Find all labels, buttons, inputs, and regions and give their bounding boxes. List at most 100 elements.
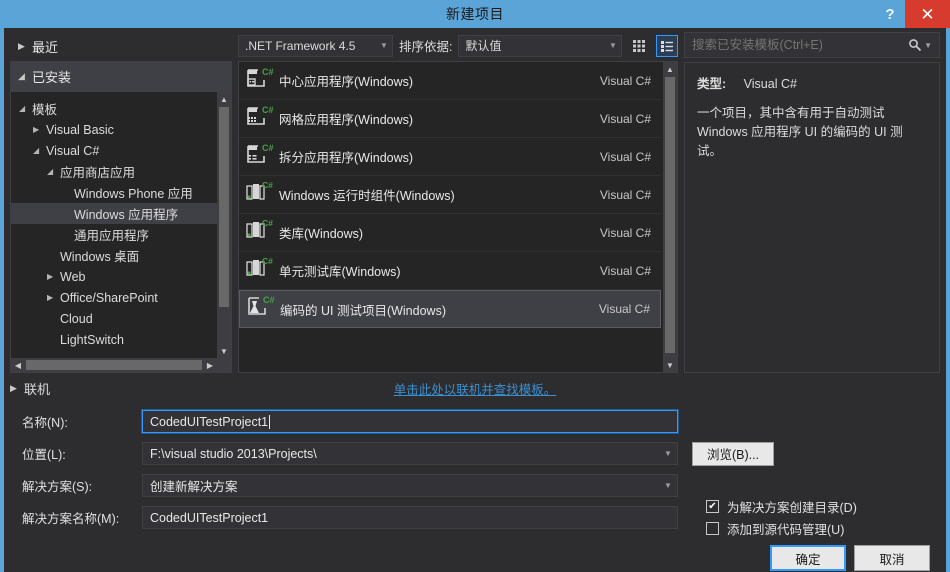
- tree-vertical-scrollbar[interactable]: ▲ ▼: [217, 92, 231, 358]
- form-row-location: 位置(L): F:\visual studio 2013\Projects\ ▼…: [10, 439, 940, 468]
- tree-item-label: Windows 桌面: [60, 250, 140, 264]
- template-name: 单元测试库(Windows): [279, 265, 401, 279]
- ok-button[interactable]: 确定: [770, 545, 846, 571]
- svg-text:C#: C#: [262, 105, 274, 115]
- templates-toolbar: .NET Framework 4.5 ▼ 排序依据: 默认值 ▼: [238, 32, 678, 62]
- scrollbar-thumb[interactable]: [26, 360, 202, 370]
- template-tree: ◢ 模板 ▶ Visual Basic ◢ Visual C# ◢ 应用商店应用…: [11, 92, 217, 358]
- form-row-solution-name: 解决方案名称(M): CodedUITestProject1 ✔ 为解决方案创建…: [10, 500, 940, 537]
- right-pane: ▼ 类型: Visual C# 一个项目，其中含有用于自动测试 Windows …: [684, 32, 940, 373]
- search-box[interactable]: ▼: [684, 32, 940, 58]
- templates-vertical-scrollbar[interactable]: ▲ ▼: [663, 62, 677, 372]
- checkbox-icon[interactable]: ✔: [706, 500, 719, 513]
- scroll-left-arrow-icon[interactable]: ◀: [11, 361, 25, 370]
- hub-app-icon: C#: [245, 66, 279, 96]
- template-language: Visual C#: [599, 149, 651, 164]
- project-form: 名称(N): CodedUITestProject1 浏览(B)... 位置(L…: [4, 403, 946, 537]
- framework-dropdown[interactable]: .NET Framework 4.5 ▼: [238, 34, 393, 57]
- small-icons-view-icon[interactable]: [656, 34, 678, 57]
- tree-item-lightswitch[interactable]: LightSwitch: [11, 329, 217, 350]
- scroll-up-arrow-icon[interactable]: ▲: [217, 92, 231, 106]
- tree-item-label: 模板: [32, 103, 58, 117]
- medium-icons-view-icon[interactable]: [628, 35, 650, 57]
- scroll-right-arrow-icon[interactable]: ▶: [203, 361, 217, 370]
- find-templates-online-link[interactable]: 单击此处以联机并查找模板。: [4, 379, 946, 398]
- svg-text:C#: C#: [262, 256, 273, 266]
- tree-item-universal-apps[interactable]: 通用应用程序: [11, 224, 217, 245]
- text-caret: [269, 414, 271, 429]
- name-label: 名称(N):: [22, 416, 68, 430]
- template-name: 类库(Windows): [279, 227, 364, 241]
- tree-item-templates[interactable]: ◢ 模板: [11, 98, 217, 119]
- window-title: 新建项目: [446, 6, 504, 22]
- table-row[interactable]: C# 单元测试库(Windows) Visual C#: [239, 252, 661, 290]
- checkbox-icon[interactable]: [706, 522, 719, 535]
- template-details-pane: 类型: Visual C# 一个项目，其中含有用于自动测试 Windows 应用…: [684, 62, 940, 373]
- scrollbar-corner: [217, 358, 231, 372]
- center-pane: .NET Framework 4.5 ▼ 排序依据: 默认值 ▼ C# 中心应用…: [238, 32, 678, 373]
- tree-item-cloud[interactable]: Cloud: [11, 308, 217, 329]
- detail-type-label: 类型:: [697, 77, 727, 91]
- svg-text:C#: C#: [262, 67, 274, 77]
- template-name: 编码的 UI 测试项目(Windows): [280, 303, 446, 318]
- scrollbar-thumb[interactable]: [219, 107, 229, 307]
- project-name-input[interactable]: CodedUITestProject1: [141, 409, 679, 434]
- sort-by-label: 排序依据:: [399, 40, 453, 54]
- split-app-icon: C#: [245, 142, 279, 172]
- templates-list: C# 中心应用程序(Windows) Visual C# C# 网格应用程序(W…: [239, 62, 661, 372]
- tree-item-label: LightSwitch: [60, 332, 124, 347]
- solution-name-label: 解决方案名称(M):: [22, 512, 120, 526]
- close-icon[interactable]: ✕: [905, 0, 950, 28]
- search-input[interactable]: [692, 38, 909, 52]
- solution-name-input[interactable]: CodedUITestProject1: [142, 506, 678, 529]
- solution-dropdown[interactable]: 创建新解决方案 ▼: [142, 474, 678, 497]
- sidebar-group-recent[interactable]: ▶ 最近: [10, 32, 232, 62]
- checkbox-create-directory[interactable]: ✔ 为解决方案创建目录(D): [692, 496, 857, 518]
- sidebar-group-installed[interactable]: ◢ 已安装: [10, 62, 232, 92]
- table-row[interactable]: C# 中心应用程序(Windows) Visual C#: [239, 62, 661, 100]
- scroll-down-arrow-icon[interactable]: ▼: [663, 358, 677, 372]
- chevron-down-icon[interactable]: ▼: [659, 481, 677, 490]
- tree-item-office-sharepoint[interactable]: ▶ Office/SharePoint: [11, 287, 217, 308]
- detail-type-value: Visual C#: [743, 77, 797, 91]
- tree-item-label: Office/SharePoint: [60, 290, 158, 305]
- table-row[interactable]: C# 类库(Windows) Visual C#: [239, 214, 661, 252]
- table-row[interactable]: C# Windows 运行时组件(Windows) Visual C#: [239, 176, 661, 214]
- dialog-footer: 确定 取消: [4, 535, 946, 572]
- scroll-down-arrow-icon[interactable]: ▼: [217, 344, 231, 358]
- tree-item-windows-phone-apps[interactable]: Windows Phone 应用: [11, 182, 217, 203]
- scrollbar-thumb[interactable]: [665, 77, 675, 353]
- solution-label: 解决方案(S):: [22, 480, 93, 494]
- table-row[interactable]: C# 拆分应用程序(Windows) Visual C#: [239, 138, 661, 176]
- search-icon[interactable]: [908, 38, 922, 52]
- tree-item-label: Windows 应用程序: [74, 208, 179, 222]
- table-row-selected[interactable]: C# 编码的 UI 测试项目(Windows) Visual C#: [239, 290, 661, 328]
- tree-horizontal-scrollbar[interactable]: ◀ ▶: [11, 358, 217, 372]
- browse-button[interactable]: 浏览(B)...: [692, 441, 775, 466]
- chevron-down-icon[interactable]: ▼: [922, 41, 935, 50]
- panes-row: ▶ 最近 ◢ 已安装 ◢ 模板 ▶ Visual Basic ◢ Visual …: [4, 28, 946, 373]
- table-row[interactable]: C# 网格应用程序(Windows) Visual C#: [239, 100, 661, 138]
- svg-text:C#: C#: [262, 218, 273, 228]
- tree-item-store-apps[interactable]: ◢ 应用商店应用: [11, 161, 217, 182]
- cancel-button[interactable]: 取消: [854, 545, 930, 571]
- solution-name-value: CodedUITestProject1: [150, 510, 269, 525]
- tree-item-label: Cloud: [60, 311, 93, 326]
- tree-item-windows-desktop[interactable]: Windows 桌面: [11, 245, 217, 266]
- tree-item-windows-apps[interactable]: Windows 应用程序: [11, 203, 217, 224]
- tree-item-web[interactable]: ▶ Web: [11, 266, 217, 287]
- template-language: Visual C#: [599, 111, 651, 126]
- location-input[interactable]: F:\visual studio 2013\Projects\ ▼: [142, 442, 678, 465]
- help-icon[interactable]: ?: [875, 0, 905, 28]
- title-bar: 新建项目 ? ✕: [0, 0, 950, 28]
- tree-item-label: Visual C#: [46, 143, 100, 158]
- sort-by-dropdown[interactable]: 默认值 ▼: [458, 34, 622, 57]
- grid-app-icon: C#: [245, 104, 279, 134]
- chevron-down-icon[interactable]: ▼: [659, 449, 677, 458]
- tree-item-visual-csharp[interactable]: ◢ Visual C#: [11, 140, 217, 161]
- tree-item-visual-basic[interactable]: ▶ Visual Basic: [11, 119, 217, 140]
- runtime-component-icon: C#: [245, 180, 279, 210]
- window-controls: ? ✕: [875, 0, 950, 28]
- solution-value: 创建新解决方案: [150, 480, 238, 494]
- scroll-up-arrow-icon[interactable]: ▲: [663, 62, 677, 76]
